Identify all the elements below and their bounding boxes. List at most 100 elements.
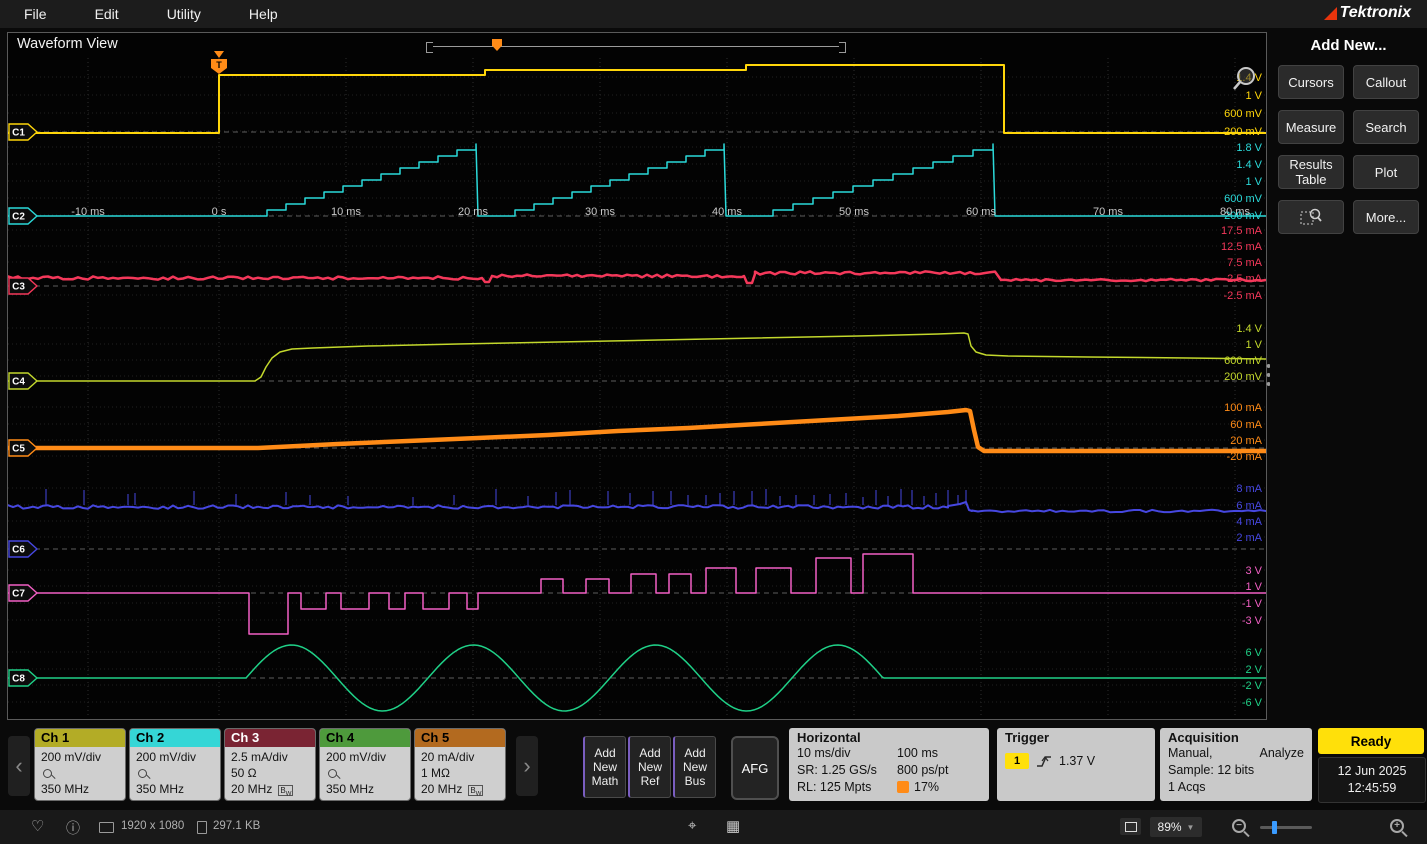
acquisition-count: 1 Acqs <box>1168 779 1206 796</box>
probe-icon <box>328 769 337 778</box>
sample-rate: SR: 1.25 GS/s <box>797 762 897 779</box>
menu-utility[interactable]: Utility <box>167 6 201 22</box>
zoom-slider[interactable] <box>1260 826 1312 829</box>
zoom-out-button[interactable]: − <box>1232 819 1246 833</box>
more-button[interactable]: More... <box>1353 200 1419 234</box>
status-bar: ♡ ⓘ 1920 x 1080 297.1 KB ⌖ ▦ 89% ▼ − + <box>0 810 1427 844</box>
waveform-plot[interactable]: C11.4 V1 V600 mV200 mVC21.8 V1.4 V1 V600… <box>8 58 1266 718</box>
add-new-sidebar: Add New... Cursors Callout Measure Searc… <box>1270 28 1427 810</box>
zoom-level-select[interactable]: 89% ▼ <box>1150 817 1202 837</box>
channel-scroll-left-button[interactable]: ‹ <box>8 736 30 796</box>
channel-scale: 2.5 mA/div <box>231 750 309 764</box>
horizontal-position-minimap[interactable] <box>426 42 846 53</box>
scale-label-c2: 1 V <box>1245 176 1262 188</box>
minimap-left-bracket <box>426 42 433 53</box>
callout-button[interactable]: Callout <box>1353 65 1419 99</box>
trigger-source-badge: 1 <box>1005 753 1029 769</box>
channel-scroll-right-button[interactable]: › <box>516 736 538 796</box>
time-label: 30 ms <box>585 206 615 218</box>
menu-file[interactable]: File <box>24 6 47 22</box>
zoom-mode-button[interactable] <box>1278 200 1344 234</box>
channel-card-header: Ch 5 <box>415 729 505 747</box>
channel-scale: 200 mV/div <box>41 750 119 764</box>
channel-badge-label: C8 <box>12 674 25 685</box>
menu-help[interactable]: Help <box>249 6 278 22</box>
record-length: RL: 125 Mpts <box>797 779 897 796</box>
bandwidth-limit-icon: BW <box>468 785 483 796</box>
date-text: 12 Jun 2025 <box>1338 763 1407 780</box>
scale-label-c6: 6 mA <box>1236 500 1262 512</box>
add-new-math-button[interactable]: Add New Math <box>583 736 626 798</box>
logo-mark-icon <box>1324 7 1337 20</box>
scale-label-c2: 1.4 V <box>1236 159 1262 171</box>
time-label: 80 ms <box>1220 206 1250 218</box>
channel-scale: 20 mA/div <box>421 750 499 764</box>
bandwidth-limit-icon: BW <box>278 785 293 796</box>
channel-bandwidth: 350 MHz <box>326 782 404 796</box>
zoom-glass-icon[interactable] <box>1238 68 1254 84</box>
logo-text: Tektronix <box>1340 4 1411 22</box>
minimap-right-bracket <box>839 42 846 53</box>
monitor-toggle-button[interactable] <box>1120 818 1141 835</box>
search-button[interactable]: Search <box>1353 110 1419 144</box>
horizontal-panel[interactable]: Horizontal 10 ms/div100 ms SR: 1.25 GS/s… <box>789 728 989 801</box>
scale-label-c2: 600 mV <box>1224 193 1263 205</box>
zoom-in-button[interactable]: + <box>1390 819 1404 833</box>
channel-badge-label: C3 <box>12 282 25 293</box>
waveform-c5 <box>8 410 1266 451</box>
acquisition-mode: Manual, <box>1168 745 1212 762</box>
scale-label-c3: -2.5 mA <box>1223 290 1262 302</box>
fit-screen-icon[interactable]: ⌖ <box>688 817 696 834</box>
oscilloscope-app: File Edit Utility Help Tektronix Wavefor… <box>0 0 1427 844</box>
scale-label-c3: 17.5 mA <box>1221 225 1263 237</box>
info-icon[interactable]: ⓘ <box>66 818 80 838</box>
channel-card-ch5[interactable]: Ch 5 20 mA/div 1 MΩ 20 MHzBW <box>414 728 506 801</box>
channel-card-header: Ch 2 <box>130 729 220 747</box>
channel-card-ch1[interactable]: Ch 1 200 mV/div 350 MHz <box>34 728 126 801</box>
rising-edge-icon <box>1036 754 1052 768</box>
zoom-mode-icon <box>1300 207 1322 227</box>
results-table-button[interactable]: Results Table <box>1278 155 1344 189</box>
scale-label-c6: 4 mA <box>1236 516 1262 528</box>
minimap-trigger-marker[interactable] <box>492 39 502 51</box>
channel-badge-label: C4 <box>12 377 25 388</box>
waveform-c4 <box>8 333 1266 381</box>
channel-card-ch3[interactable]: Ch 3 2.5 mA/div 50 Ω 20 MHzBW <box>224 728 316 801</box>
waveform-view-titlebar: Waveform View <box>8 33 1266 58</box>
channel-bandwidth: 350 MHz <box>136 782 214 796</box>
channel-card-ch2[interactable]: Ch 2 200 mV/div 350 MHz <box>129 728 221 801</box>
position-icon <box>897 781 909 793</box>
plot-button[interactable]: Plot <box>1353 155 1419 189</box>
zoom-slider-thumb[interactable] <box>1272 821 1277 834</box>
waveform-view-title: Waveform View <box>17 36 118 52</box>
measure-button[interactable]: Measure <box>1278 110 1344 144</box>
channel-badge-label: C1 <box>12 128 25 139</box>
channel-impedance: 1 MΩ <box>421 766 499 780</box>
channel-card-ch4[interactable]: Ch 4 200 mV/div 350 MHz <box>319 728 411 801</box>
horizontal-duration: 100 ms <box>897 745 938 762</box>
menu-edit[interactable]: Edit <box>95 6 119 22</box>
afg-button[interactable]: AFG <box>731 736 779 800</box>
grid-view-icon[interactable]: ▦ <box>726 817 740 835</box>
waveform-c2 <box>8 144 1266 216</box>
add-new-bus-button[interactable]: Add New Bus <box>673 736 716 798</box>
favorite-heart-icon[interactable]: ♡ <box>31 817 44 835</box>
menu-bar: File Edit Utility Help Tektronix <box>0 0 1427 28</box>
monitor-icon <box>1125 822 1137 832</box>
waveform-c1 <box>8 65 1266 133</box>
time-label: 0 s <box>212 206 227 218</box>
acquisition-analyze: Analyze <box>1260 745 1304 762</box>
time-label: 70 ms <box>1093 206 1123 218</box>
cursors-button[interactable]: Cursors <box>1278 65 1344 99</box>
waveform-c7 <box>8 554 1266 634</box>
scale-label-c6: 8 mA <box>1236 483 1262 495</box>
scale-label-c8: 6 V <box>1245 647 1262 659</box>
acquisition-panel[interactable]: Acquisition Manual,Analyze Sample: 12 bi… <box>1160 728 1312 801</box>
scale-label-c8: 2 V <box>1245 664 1262 676</box>
scale-label-c3: 7.5 mA <box>1227 257 1263 269</box>
scale-label-c7: -3 V <box>1242 615 1263 627</box>
display-resolution: 1920 x 1080 <box>121 820 184 832</box>
trigger-panel[interactable]: Trigger 1 1.37 V <box>997 728 1155 801</box>
trigger-position-arrow[interactable] <box>214 51 224 58</box>
add-new-ref-button[interactable]: Add New Ref <box>628 736 671 798</box>
